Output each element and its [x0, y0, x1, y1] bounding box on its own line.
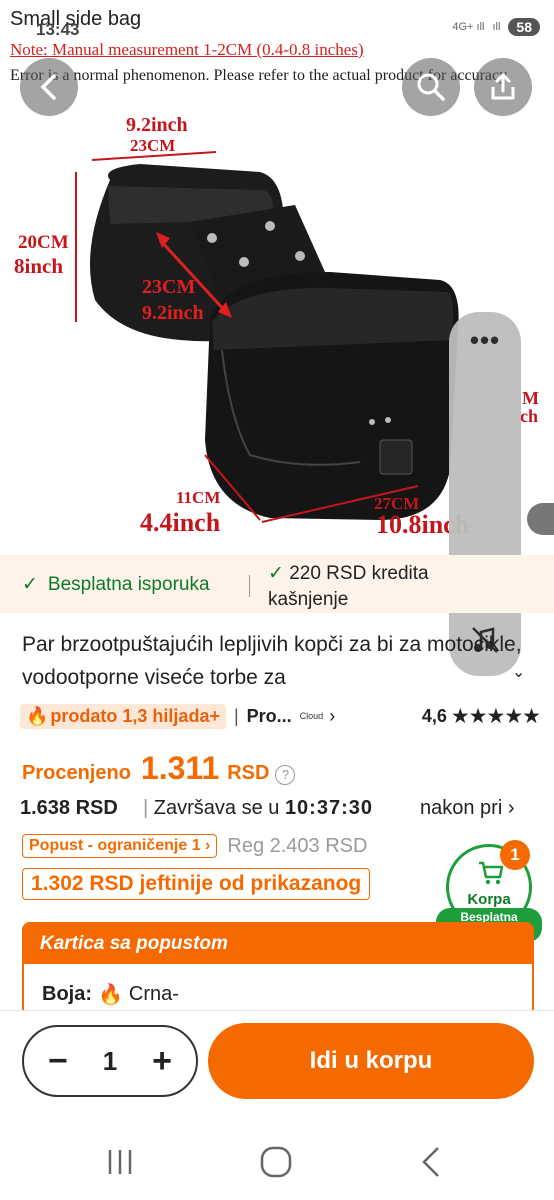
- scroll-handle[interactable]: [527, 503, 554, 535]
- fire-icon: 🔥: [26, 705, 49, 726]
- chevron-left-icon: [40, 74, 56, 100]
- dim-left-inch: 8inch: [14, 254, 64, 278]
- chevron-down-icon[interactable]: ⌄: [512, 662, 525, 682]
- chevron-right-icon[interactable]: ›: [329, 706, 335, 727]
- dim-top-inch: 9.2inch: [126, 114, 188, 136]
- dim-left-cm: 20CM: [18, 232, 69, 253]
- discount-card-header: Kartica sa popustom: [24, 924, 532, 964]
- divider: [249, 575, 250, 597]
- floating-side-panel[interactable]: •••: [449, 312, 521, 676]
- rating-value: 4,6: [421, 705, 447, 726]
- price-value: 1.311: [140, 750, 220, 786]
- dim-right-inch: ch: [520, 406, 538, 426]
- share-icon: [491, 72, 515, 100]
- go-to-cart-button[interactable]: Idi u korpu: [208, 1023, 534, 1099]
- more-options-icon[interactable]: •••: [449, 327, 521, 353]
- offer-timer-row: 1.638 RSD | Završava se u 10:37:30 nakon…: [20, 797, 554, 823]
- price-label: Procenjeno: [22, 762, 131, 784]
- rating-stars-icon: ★★★★★: [450, 704, 541, 728]
- cart-label: Korpa: [467, 891, 511, 908]
- chevron-right-icon: ›: [205, 837, 211, 854]
- divider: |: [233, 705, 239, 726]
- cart-icon: [479, 861, 504, 885]
- search-icon: [417, 73, 445, 101]
- estimated-price: Procenjeno 1.311 RSD ?: [22, 750, 296, 787]
- status-bar: 13:43 4G+ ıll ıll 58: [0, 0, 554, 40]
- dim-top-cm: 23CM: [130, 136, 176, 155]
- discount-row: Popust - ograničenje 1 › Reg 2.403 RSD: [22, 834, 367, 858]
- quantity-stepper[interactable]: − 1 +: [22, 1025, 198, 1097]
- regular-price: Reg 2.403 RSD: [227, 834, 368, 857]
- checkmark-icon: ✓: [22, 574, 38, 595]
- status-time: 13:43: [36, 20, 80, 39]
- quantity-value: 1: [102, 1045, 118, 1076]
- store-cloud-label: Cloud: [299, 711, 324, 721]
- decrease-quantity-button[interactable]: −: [48, 1044, 68, 1078]
- after-label: nakon pri ›: [420, 797, 515, 819]
- dim-bottom-left-inch: 4.4inch: [140, 508, 221, 537]
- signal-icon: 4G+ ıll: [452, 21, 485, 33]
- chevron-right-icon: ›: [507, 797, 515, 819]
- status-icons: 4G+ ıll ıll 58: [452, 18, 540, 36]
- discount-card[interactable]: Kartica sa popustom Boja: 🔥 Crna-: [22, 922, 534, 1022]
- wifi-signal-icon: ıll: [492, 21, 501, 33]
- free-shipping-badge: ✓ Besplatna isporuka: [22, 573, 210, 596]
- price-currency: RSD: [227, 762, 270, 784]
- color-label: Boja:: [42, 983, 92, 1005]
- back-button[interactable]: [20, 58, 78, 116]
- home-icon[interactable]: [256, 1142, 296, 1182]
- delivery-benefits-strip[interactable]: ✓ Besplatna isporuka ✓ 220 RSD kredita k…: [0, 555, 554, 613]
- info-icon[interactable]: ?: [275, 765, 296, 785]
- search-button[interactable]: [402, 58, 460, 116]
- store-name[interactable]: Pro...: [247, 706, 292, 727]
- dim-bottom-left-cm: 11CM: [176, 488, 221, 507]
- countdown-timer: 10:37:30: [284, 797, 373, 819]
- battery-indicator: 58: [508, 18, 540, 36]
- increase-quantity-button[interactable]: +: [152, 1044, 172, 1078]
- checkmark-icon: ✓: [268, 563, 284, 584]
- recent-apps-icon[interactable]: [100, 1142, 140, 1182]
- product-meta-row: 🔥 prodato 1,3 hiljada+ | Pro... Cloud › …: [20, 702, 541, 730]
- share-button[interactable]: [474, 58, 532, 116]
- delay-credit-badge: ✓ 220 RSD kredita kašnjenje: [268, 563, 429, 610]
- dim-mid-cm: 23CM: [142, 276, 196, 298]
- bottom-action-bar: − 1 + Idi u korpu: [0, 1010, 554, 1122]
- system-navigation-bar: [0, 1122, 554, 1200]
- back-nav-icon[interactable]: [412, 1142, 452, 1182]
- offer-ends: | Završava se u 10:37:30: [143, 797, 373, 819]
- color-value: Crna-: [128, 983, 179, 1005]
- product-title[interactable]: Par brzootpuštajućih lepljivih kopči za …: [22, 628, 522, 696]
- old-price: 1.638 RSD: [20, 797, 118, 819]
- discount-limit-tag[interactable]: Popust - ograničenje 1 ›: [22, 834, 218, 858]
- sold-count-badge: 🔥 prodato 1,3 hiljada+: [20, 703, 226, 729]
- cheaper-than-shown-badge: 1.302 RSD jeftinije od prikazanog: [22, 868, 371, 900]
- rating[interactable]: 4,6 ★★★★★: [421, 704, 541, 729]
- fire-icon: 🔥: [98, 984, 123, 1006]
- cart-count-badge: 1: [500, 840, 530, 870]
- dim-mid-inch: 9.2inch: [142, 302, 204, 324]
